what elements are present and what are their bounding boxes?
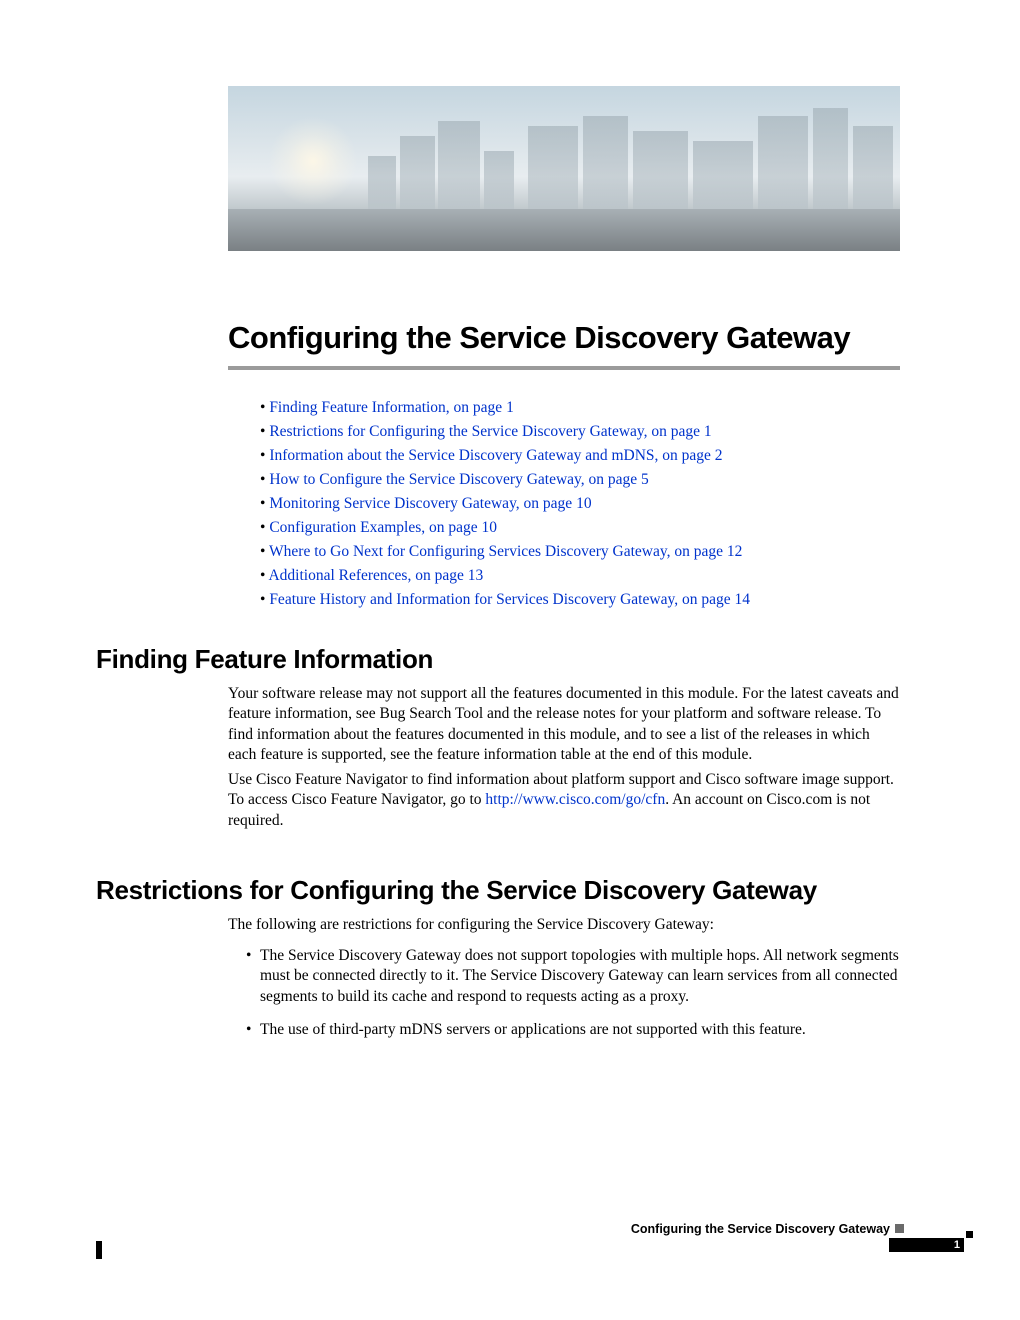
- toc-item: • Where to Go Next for Configuring Servi…: [260, 540, 750, 564]
- list-text: The use of third-party mDNS servers or a…: [260, 1021, 806, 1038]
- banner-building: [853, 126, 893, 211]
- toc-link[interactable]: Restrictions for Configuring the Service…: [269, 423, 711, 440]
- banner-building: [484, 151, 514, 211]
- toc-link[interactable]: Finding Feature Information, on page 1: [269, 399, 514, 416]
- toc-item: • Finding Feature Information, on page 1: [260, 396, 750, 420]
- banner-image: [228, 86, 900, 251]
- footer-square-icon: [895, 1224, 904, 1233]
- footer-left-bar-icon: [96, 1241, 102, 1259]
- toc-link[interactable]: Where to Go Next for Configuring Service…: [269, 543, 742, 560]
- banner-building: [583, 116, 628, 211]
- banner-building: [400, 136, 435, 211]
- toc-item: • How to Configure the Service Discovery…: [260, 468, 750, 492]
- banner-building: [693, 141, 753, 211]
- toc-link[interactable]: Additional References, on page 13: [268, 567, 483, 584]
- footer-page-number: 1: [954, 1238, 960, 1252]
- banner-ground: [228, 209, 900, 251]
- banner-building: [528, 126, 578, 211]
- toc-item: • Additional References, on page 13: [260, 564, 750, 588]
- toc-link[interactable]: How to Configure the Service Discovery G…: [269, 471, 649, 488]
- list-item: • The use of third-party mDNS servers or…: [260, 1020, 900, 1040]
- toc-item: • Restrictions for Configuring the Servi…: [260, 420, 750, 444]
- toc-item: • Monitoring Service Discovery Gateway, …: [260, 492, 750, 516]
- title-rule: [228, 366, 900, 370]
- section-heading-finding: Finding Feature Information: [96, 644, 433, 675]
- toc-link[interactable]: Feature History and Information for Serv…: [269, 591, 750, 608]
- banner-building: [633, 131, 688, 211]
- table-of-contents: • Finding Feature Information, on page 1…: [260, 396, 750, 612]
- toc-link[interactable]: Information about the Service Discovery …: [269, 447, 722, 464]
- bullet-icon: •: [246, 946, 251, 966]
- footer-square-icon: [966, 1231, 973, 1238]
- toc-link[interactable]: Configuration Examples, on page 10: [269, 519, 497, 536]
- list-text: The Service Discovery Gateway does not s…: [260, 947, 899, 1005]
- bullet-icon: •: [246, 1020, 251, 1040]
- banner-building: [813, 108, 848, 213]
- paragraph: Your software release may not support al…: [228, 684, 900, 766]
- paragraph: The following are restrictions for confi…: [228, 915, 900, 935]
- list-item: • The Service Discovery Gateway does not…: [260, 946, 900, 1007]
- toc-link[interactable]: Monitoring Service Discovery Gateway, on…: [269, 495, 591, 512]
- footer-chapter-title: Configuring the Service Discovery Gatewa…: [631, 1222, 890, 1236]
- banner-sun: [268, 116, 358, 206]
- toc-item: • Configuration Examples, on page 10: [260, 516, 750, 540]
- toc-item: • Information about the Service Discover…: [260, 444, 750, 468]
- banner-building: [758, 116, 808, 211]
- footer-page-bar: [889, 1238, 964, 1252]
- section-heading-restrictions: Restrictions for Configuring the Service…: [96, 875, 817, 906]
- toc-item: • Feature History and Information for Se…: [260, 588, 750, 612]
- chapter-title: Configuring the Service Discovery Gatewa…: [228, 320, 850, 356]
- paragraph: Use Cisco Feature Navigator to find info…: [228, 770, 900, 831]
- inline-link-cfn[interactable]: http://www.cisco.com/go/cfn: [485, 791, 665, 808]
- banner-building: [368, 156, 396, 211]
- banner-building: [438, 121, 480, 211]
